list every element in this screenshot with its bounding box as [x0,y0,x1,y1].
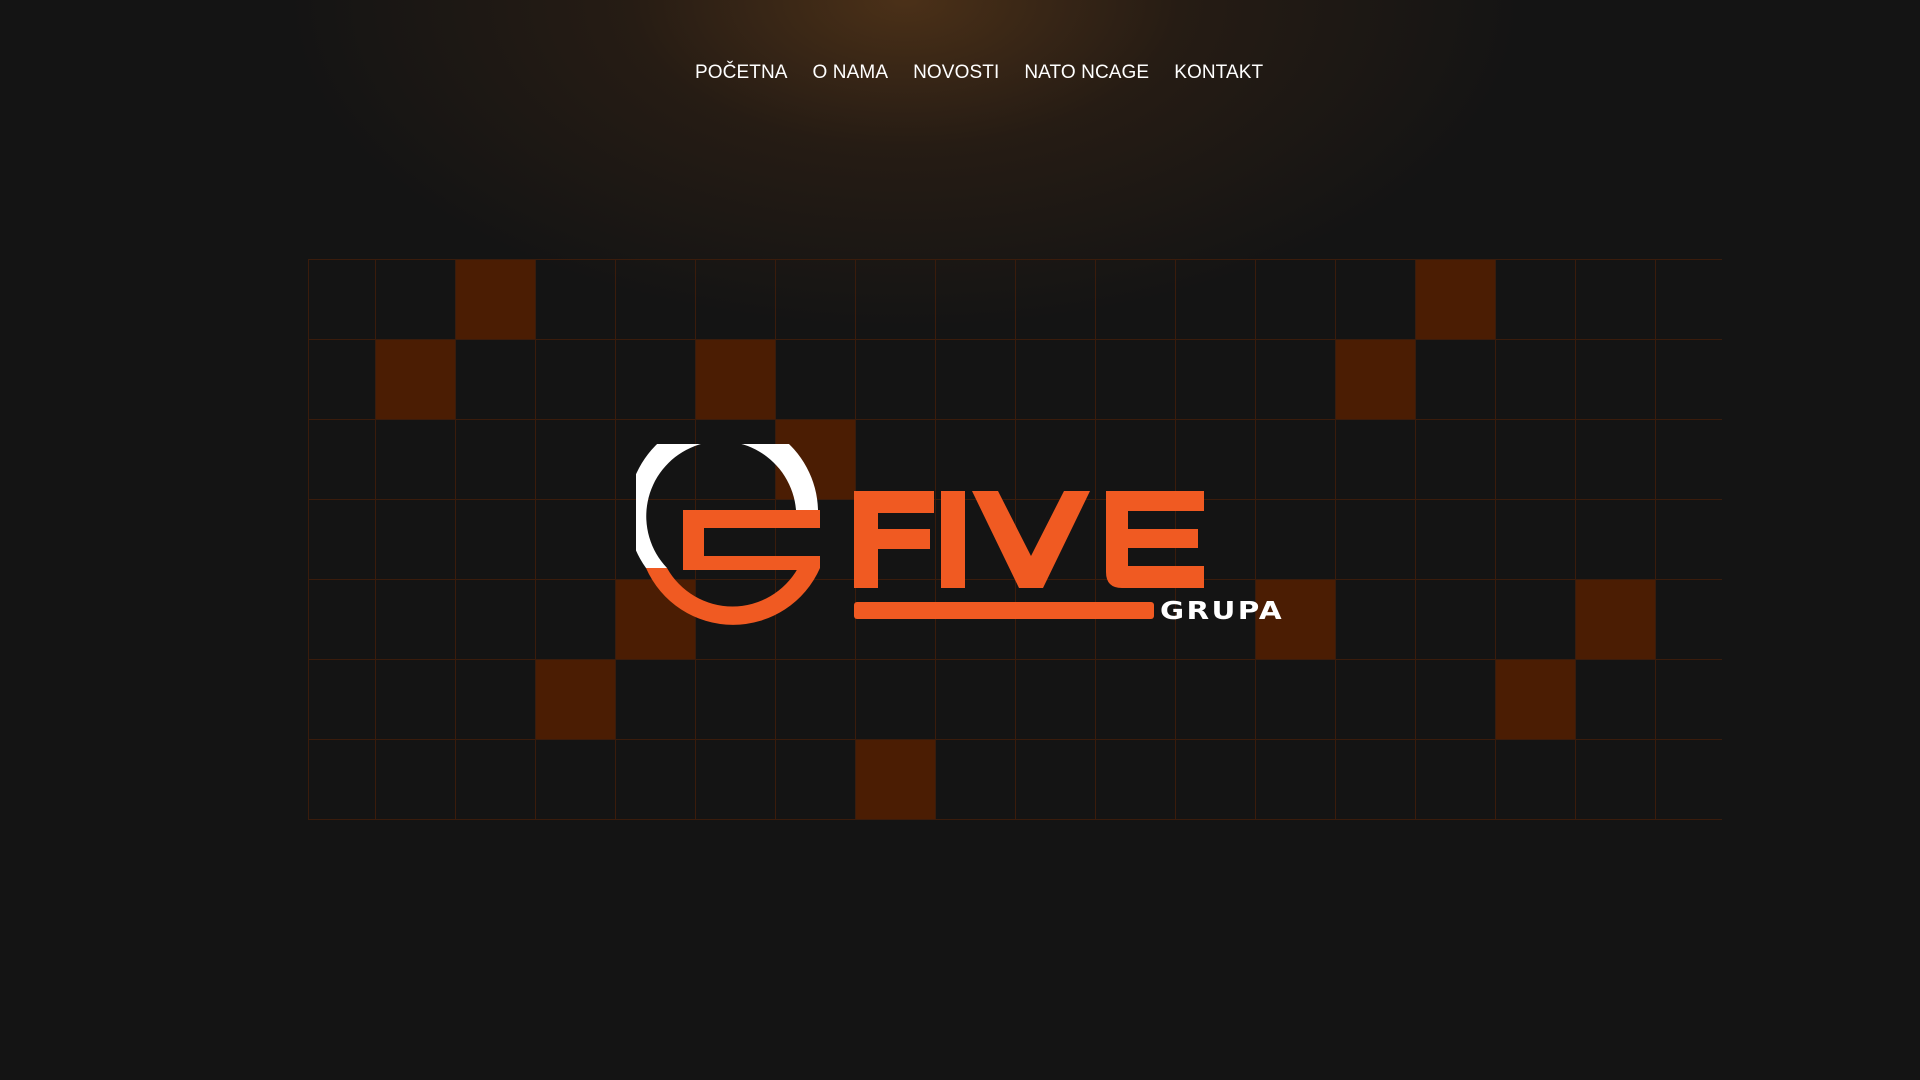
grid-highlight-cell [535,659,615,739]
logo-subtitle: GRUPA [1160,596,1284,625]
nav-item-novosti[interactable]: NOVOSTI [913,62,999,84]
grid-highlight-cell [1575,579,1655,659]
grid-highlight-cell [1495,659,1575,739]
logo-letter-f [854,491,934,588]
logo-letter-v [972,491,1090,588]
logo-ring-white [636,444,818,568]
page: POČETNA O NAMA NOVOSTI NATO NCAGE KONTAK… [0,0,1920,1080]
nav-item-nato-ncage[interactable]: NATO NCAGE [1024,62,1149,84]
nav-item-pocetna[interactable]: POČETNA [695,62,788,84]
grid-highlight-cell [455,259,535,339]
grid-highlight-cell [375,339,455,419]
grid-highlight-cell [1415,259,1495,339]
logo-letter-e [1106,491,1204,588]
grid-highlight-cell [855,739,935,819]
logo-underline [854,602,1154,619]
logo-s-shape [646,510,820,625]
logo-letter-i [941,491,965,588]
nav-item-kontakt[interactable]: KONTAKT [1174,62,1263,84]
grid-highlight-cell [695,339,775,419]
nav-items: POČETNA O NAMA NOVOSTI NATO NCAGE KONTAK… [695,62,1263,84]
nav-item-o-nama[interactable]: O NAMA [813,62,889,84]
five-grupa-logo: GRUPA [636,444,1284,625]
grid-highlight-cell [1335,339,1415,419]
